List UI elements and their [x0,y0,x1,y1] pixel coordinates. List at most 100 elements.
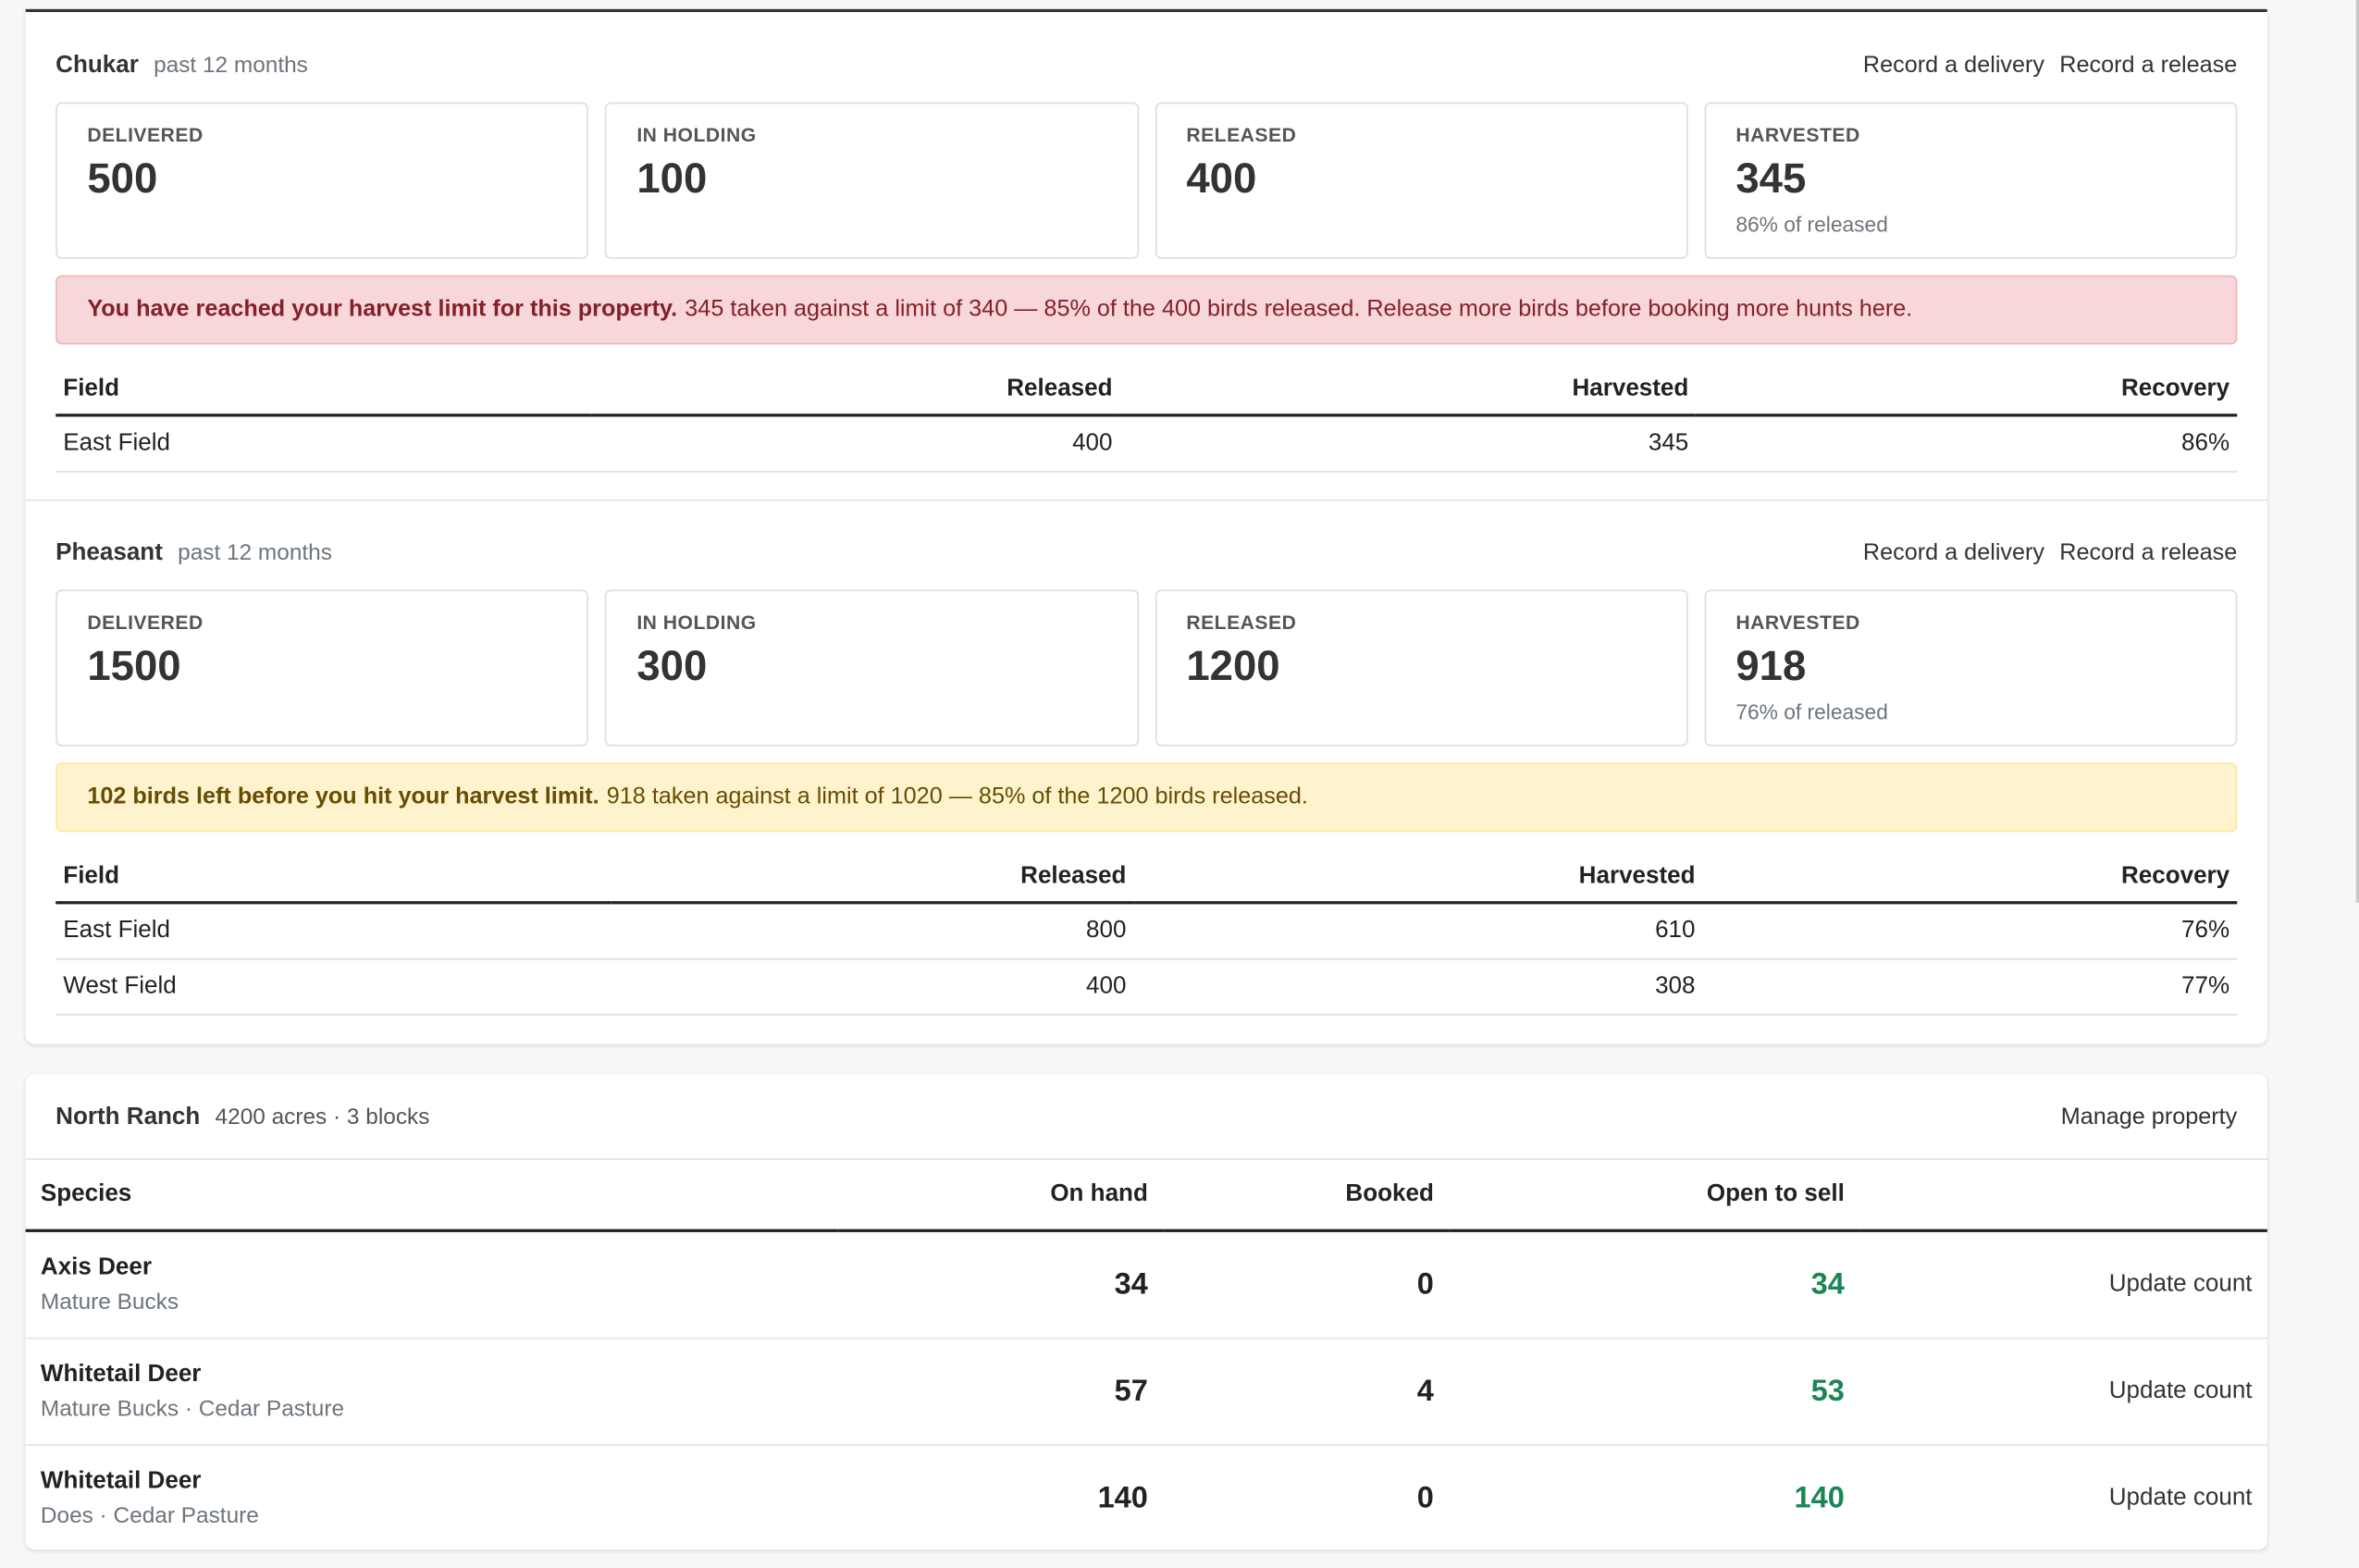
cell-on-hand: 140 [1097,1481,1148,1514]
stat-label: RELEASED [1186,611,1297,634]
chukar-title: Chukar past 12 months [56,53,308,80]
update-count-link[interactable]: Update count [1859,1338,2267,1446]
stat-sub: 76% of released [1735,699,1888,724]
species-name: Axis Deer [40,1254,152,1280]
stat-label: HARVESTED [1735,123,1860,146]
stat-value: 300 [636,642,708,689]
stat-released: RELEASED 400 [1155,102,1688,259]
stat-label: IN HOLDING [636,611,757,634]
cell-open-to-sell: 53 [1449,1338,1860,1446]
stat-released: RELEASED 1200 [1155,589,1688,747]
chukar-actions: Record a delivery Record a release [1848,53,2237,80]
table-row: Whitetail Deer Mature Bucks · Cedar Past… [25,1338,2267,1446]
update-count-link[interactable]: Update count [1859,1230,2267,1340]
property-card: North Ranch 4200 acres · 3 blocks Manage … [25,1074,2267,1551]
cell-recovery: 77% [1702,958,2238,1016]
chukar-header: Chukar past 12 months Record a delivery Re… [56,36,2237,96]
species-card: Chukar past 12 months Record a delivery Re… [25,8,2267,1044]
harvest-warning-alert: 102 birds left before you hit your harve… [56,762,2238,833]
page: Chukar past 12 months Record a delivery Re… [0,0,2359,1568]
cell-on-hand: 57 [837,1338,1164,1446]
col-recovery: Recovery [1696,365,2238,417]
cell-recovery: 86% [1696,414,2238,473]
pheasant-title: Pheasant past 12 months [56,540,332,567]
record-delivery-link[interactable]: Record a delivery [1863,53,2044,79]
col-field: Field [56,853,611,905]
col-harvested: Harvested [1133,853,1703,905]
record-release-link[interactable]: Record a release [2059,540,2237,566]
col-booked: Booked [1163,1159,1450,1232]
table-row: West Field 400 308 77% [56,958,2238,1016]
cell-booked: 0 [1163,1230,1450,1340]
stat-label: DELIVERED [87,123,204,146]
manage-property-link[interactable]: Manage property [2061,1105,2238,1131]
col-harvested: Harvested [1119,365,1697,417]
stat-value: 1200 [1186,642,1280,689]
cell-open-to-sell: 140 [1794,1481,1845,1514]
stat-label: HARVESTED [1735,611,1860,634]
cell-field: West Field [56,958,611,1016]
period-label: past 12 months [178,539,332,566]
stat-in-holding: IN HOLDING 300 [605,589,1139,747]
table-row: East Field 400 345 86% [56,414,2238,473]
table-header-row: Species On hand Booked Open to sell [25,1159,2267,1232]
stat-harvested: HARVESTED 345 86% of released [1704,102,2238,259]
update-count-link[interactable]: Update count [1859,1445,2267,1551]
cell-species: Whitetail Deer Mature Bucks · Cedar Past… [25,1338,838,1446]
pheasant-actions: Record a delivery Record a release [1848,540,2237,567]
chukar-section: Chukar past 12 months Record a delivery Re… [56,36,2238,473]
col-species: Species [25,1159,838,1232]
cell-booked: 4 [1163,1338,1450,1446]
table-row: East Field 800 610 76% [56,902,2238,960]
harvest-limit-alert: You have reached your harvest limit for … [56,275,2238,345]
cell-harvested: 308 [1133,958,1703,1016]
stat-sub: 86% of released [1735,212,1888,237]
pheasant-header: Pheasant past 12 months Record a delivery… [56,524,2237,584]
species-detail: Mature Bucks · Cedar Pasture [40,1396,345,1422]
col-recovery: Recovery [1702,853,2238,905]
stat-in-holding: IN HOLDING 100 [605,102,1139,259]
section-divider [25,499,2267,501]
stat-label: IN HOLDING [636,123,757,146]
stat-harvested: HARVESTED 918 76% of released [1704,589,2238,747]
cell-released: 400 [590,414,1120,473]
col-on-hand: On hand [837,1159,1164,1232]
species-detail: Does · Cedar Pasture [40,1502,259,1529]
cell-species: Whitetail Deer Does · Cedar Pasture [26,1445,838,1551]
alert-bold: You have reached your harvest limit for … [87,296,678,323]
col-released: Released [611,853,1134,905]
cell-open-to-sell: 34 [1449,1230,1860,1340]
stat-value: 1500 [87,642,181,689]
record-release-link[interactable]: Record a release [2059,53,2237,79]
cell-on-hand: 34 [837,1230,1164,1340]
alert-text: 918 taken against a limit of 1020 — 85% … [606,784,1308,809]
chukar-stats: DELIVERED 500 IN HOLDING 100 RELEASED 40… [56,102,2238,259]
table-header-row: Field Released Harvested Recovery [56,853,2238,905]
property-meta: 4200 acres · 3 blocks [215,1104,430,1130]
col-actions [1859,1159,2267,1232]
stat-label: DELIVERED [87,611,204,634]
col-released: Released [590,365,1120,417]
property-header: North Ranch 4200 acres · 3 blocks Manage … [56,1093,2237,1143]
col-open-to-sell: Open to sell [1449,1159,1860,1232]
table-row: Axis Deer Mature Bucks 34 0 34 Update co… [25,1230,2267,1340]
species-name: Pheasant [56,539,163,566]
cell-recovery: 76% [1702,902,2238,960]
species-name: Whitetail Deer [40,1361,202,1388]
table-row: Whitetail Deer Does · Cedar Pasture 140 … [26,1445,2267,1551]
record-delivery-link[interactable]: Record a delivery [1863,540,2044,566]
cell-harvested: 345 [1119,414,1697,473]
cell-field: East Field [56,414,591,473]
species-detail: Mature Bucks [40,1289,179,1315]
cell-released: 400 [611,958,1134,1016]
cell-harvested: 610 [1133,902,1703,960]
pheasant-stats: DELIVERED 1500 IN HOLDING 300 RELEASED 1… [56,589,2238,747]
species-name: Whitetail Deer [40,1468,202,1494]
period-label: past 12 months [154,52,308,79]
cell-released: 800 [611,902,1134,960]
table-header-row: Field Released Harvested Recovery [56,365,2238,417]
cell-booked: 0 [1416,1481,1434,1514]
stat-value: 500 [87,154,158,202]
stat-delivered: DELIVERED 500 [56,102,589,259]
alert-text: 345 taken against a limit of 340 — 85% o… [685,296,1913,323]
